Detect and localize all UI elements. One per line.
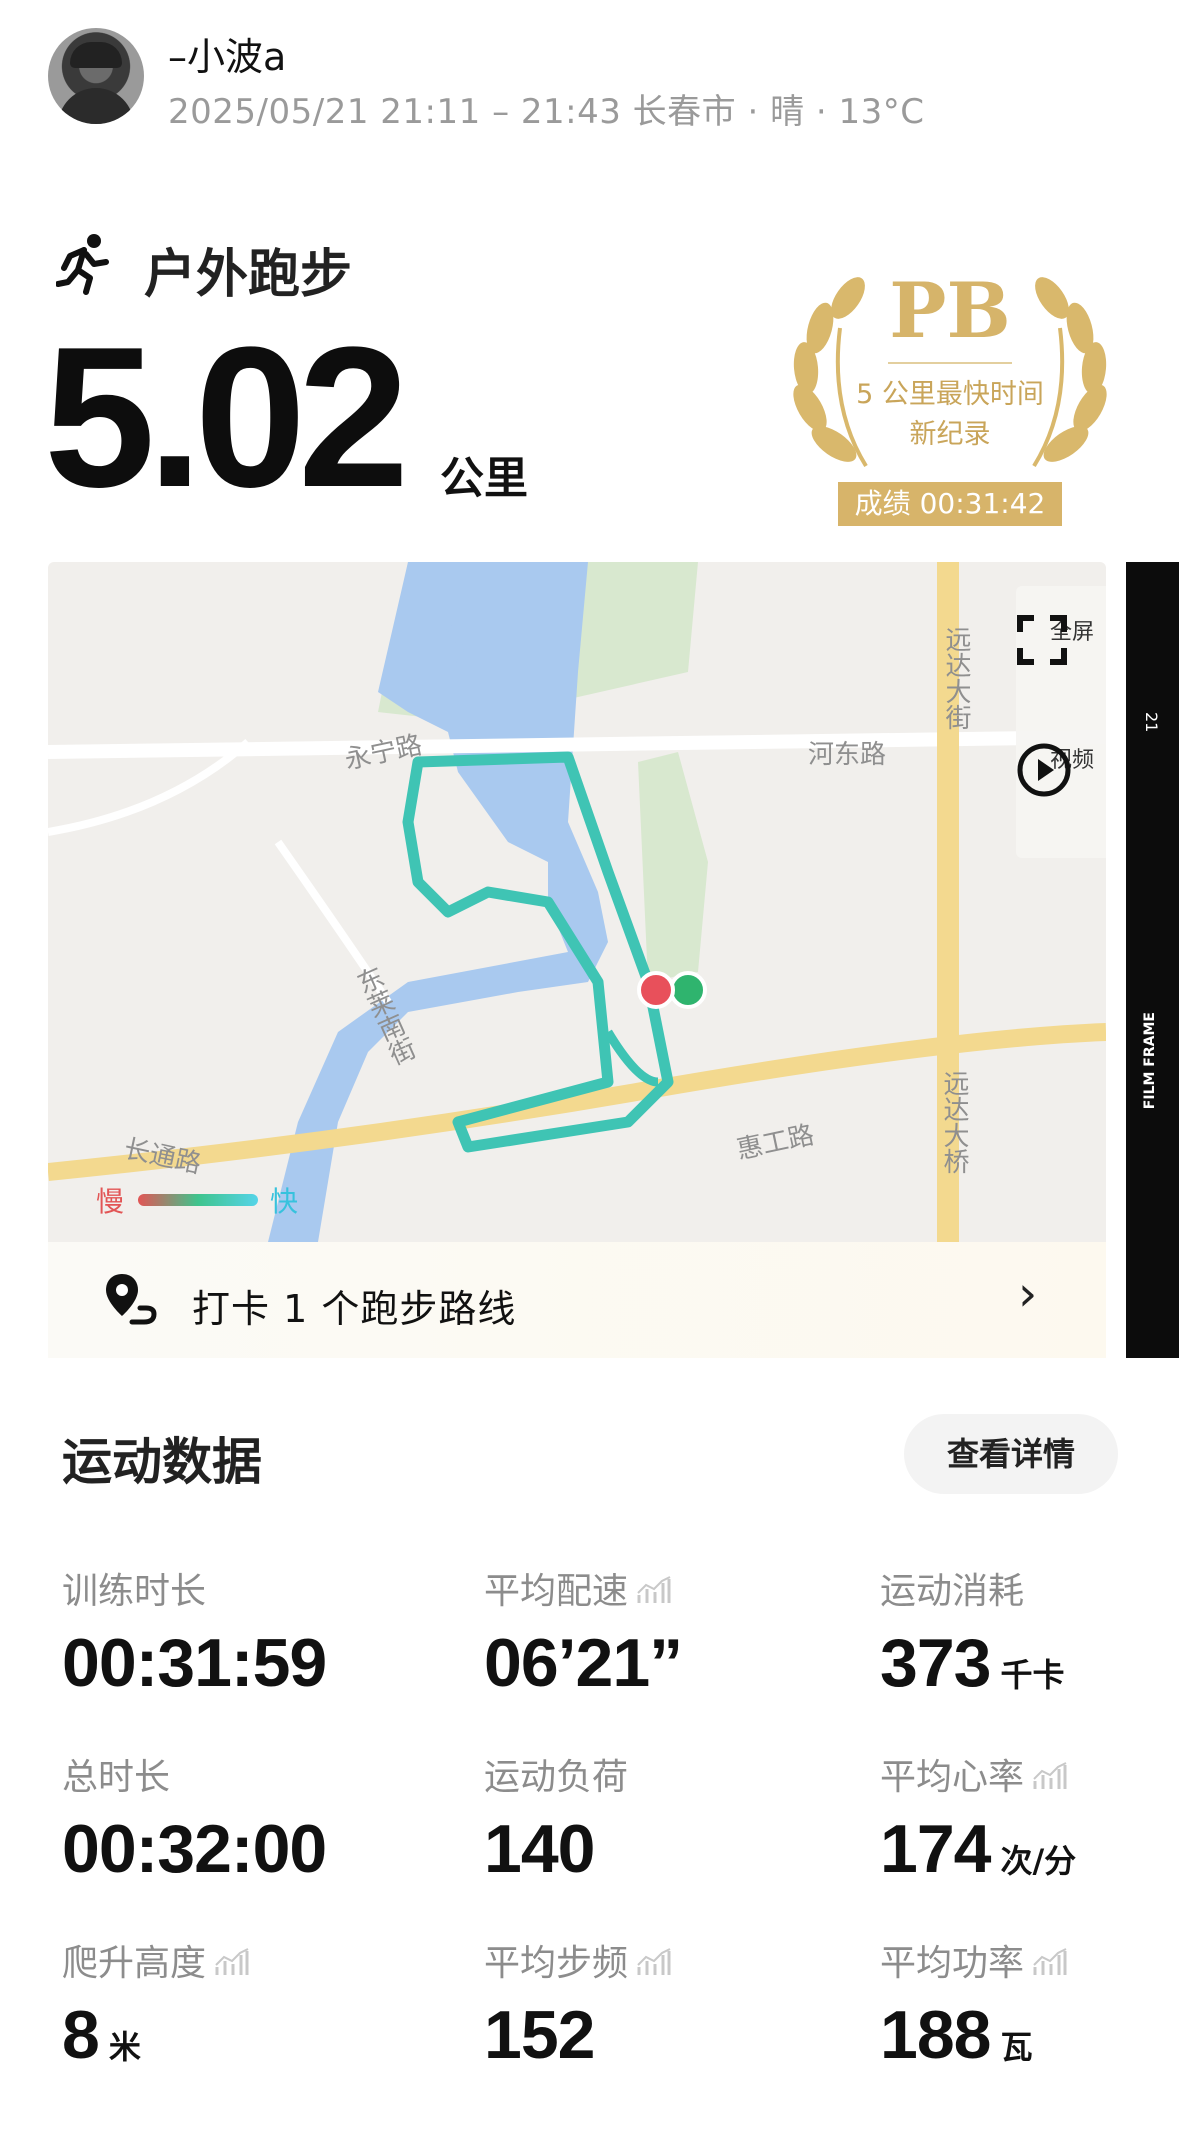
stat-value: 06’21” xyxy=(484,1625,683,1701)
route-map[interactable]: 永宁路 河东路 远达大街 东莱南街 长通路 惠工路 远达大桥 全屏 视频 慢 快 xyxy=(48,562,1106,1242)
stat-label: 平均步频 xyxy=(484,1934,672,1986)
stat-value: 140 xyxy=(484,1811,595,1887)
stat-label: 总时长 xyxy=(62,1757,171,1798)
stat-value: 152 xyxy=(484,1997,595,2073)
avatar[interactable] xyxy=(48,28,144,124)
stat-cell[interactable]: 平均步频 152 xyxy=(484,1934,672,2074)
pb-description: 5 公里最快时间 xyxy=(856,379,1044,410)
pb-title: PB xyxy=(889,266,1011,355)
stat-cell: 总时长 00:32:00 xyxy=(62,1748,327,1888)
film-frame-label: FILM FRAME xyxy=(1142,1012,1158,1110)
route-pin-icon xyxy=(106,1274,157,1325)
route-checkin-row[interactable]: 打卡 1 个跑步路线 › xyxy=(48,1242,1106,1358)
section-title-stats: 运动数据 xyxy=(62,1433,262,1491)
stat-unit: 瓦 xyxy=(1000,2028,1033,2066)
stat-unit: 次/分 xyxy=(1000,1842,1077,1880)
road-label: 河东路 xyxy=(808,740,887,770)
stat-label: 平均配速 xyxy=(484,1562,682,1614)
stat-unit: 千卡 xyxy=(1000,1656,1065,1694)
map-controls: 全屏 视频 xyxy=(1016,586,1106,858)
stat-cell[interactable]: 平均心率 174 次/分 xyxy=(880,1748,1076,1888)
stat-label: 爬升高度 xyxy=(62,1934,250,1986)
film-top-label: 21 xyxy=(1142,712,1161,733)
activity-meta: 2025/05/21 21:11 – 21:43 长春市 · 晴 · 13°C xyxy=(168,92,925,132)
checkin-label: 打卡 1 个跑步路线 xyxy=(192,1287,517,1331)
pace-legend-bar xyxy=(138,1194,258,1206)
legend-slow-label: 慢 xyxy=(96,1185,125,1218)
stat-value: 00:31:59 xyxy=(62,1625,327,1701)
stat-value: 373 千卡 xyxy=(880,1625,1065,1701)
stat-cell: 运动消耗 373 千卡 xyxy=(880,1562,1064,1702)
stat-value: 174 次/分 xyxy=(880,1811,1077,1887)
road-label: 远达大桥 xyxy=(939,1070,969,1174)
stat-cell: 运动负荷 140 xyxy=(484,1748,628,1888)
stat-label: 平均功率 xyxy=(880,1934,1068,1986)
stat-unit: 米 xyxy=(108,2028,141,2066)
pb-badge[interactable]: PB 5 公里最快时间 新纪录 成绩 00:31:42 xyxy=(770,258,1130,528)
stat-label: 运动负荷 xyxy=(484,1757,629,1798)
fullscreen-button[interactable]: 全屏 xyxy=(1016,614,1106,665)
trend-chart-icon xyxy=(1033,1762,1067,1789)
video-button[interactable]: 视频 xyxy=(1016,742,1106,797)
pb-score: 成绩 00:31:42 xyxy=(838,482,1062,526)
stat-cell[interactable]: 平均配速 06’21” xyxy=(484,1562,683,1702)
stat-cell[interactable]: 平均功率 188 瓦 xyxy=(880,1934,1068,2074)
chevron-right-icon: › xyxy=(1018,1266,1038,1322)
trend-chart-icon xyxy=(637,1948,671,1975)
fullscreen-icon xyxy=(1017,615,1067,665)
trend-chart-icon xyxy=(1033,1948,1067,1975)
trend-chart-icon xyxy=(215,1948,249,1975)
stat-cell: 训练时长 00:31:59 xyxy=(62,1562,327,1702)
road-label: 远达大街 xyxy=(941,626,971,730)
username[interactable]: –小波a xyxy=(168,26,286,81)
view-details-button[interactable]: 查看详情 xyxy=(904,1414,1118,1494)
stat-cell[interactable]: 爬升高度 8 米 xyxy=(62,1934,250,2074)
activity-type: 户外跑步 xyxy=(144,245,353,305)
trend-chart-icon xyxy=(637,1576,671,1603)
stat-label: 运动消耗 xyxy=(880,1571,1025,1612)
film-frame-strip[interactable]: 21 FILM FRAME xyxy=(1126,562,1179,1358)
stat-value: 00:32:00 xyxy=(62,1811,327,1887)
play-icon xyxy=(1017,743,1071,797)
stat-value: 8米 xyxy=(62,1997,141,2073)
legend-fast-label: 快 xyxy=(270,1185,299,1218)
stat-value: 188 瓦 xyxy=(880,1997,1033,2073)
stat-label: 平均心率 xyxy=(880,1748,1076,1800)
distance-value: 5.02 xyxy=(44,306,409,529)
running-icon xyxy=(56,234,109,295)
distance-unit: 公里 xyxy=(440,453,528,504)
pb-record-label: 新纪录 xyxy=(909,419,991,450)
stat-label: 训练时长 xyxy=(62,1571,207,1612)
